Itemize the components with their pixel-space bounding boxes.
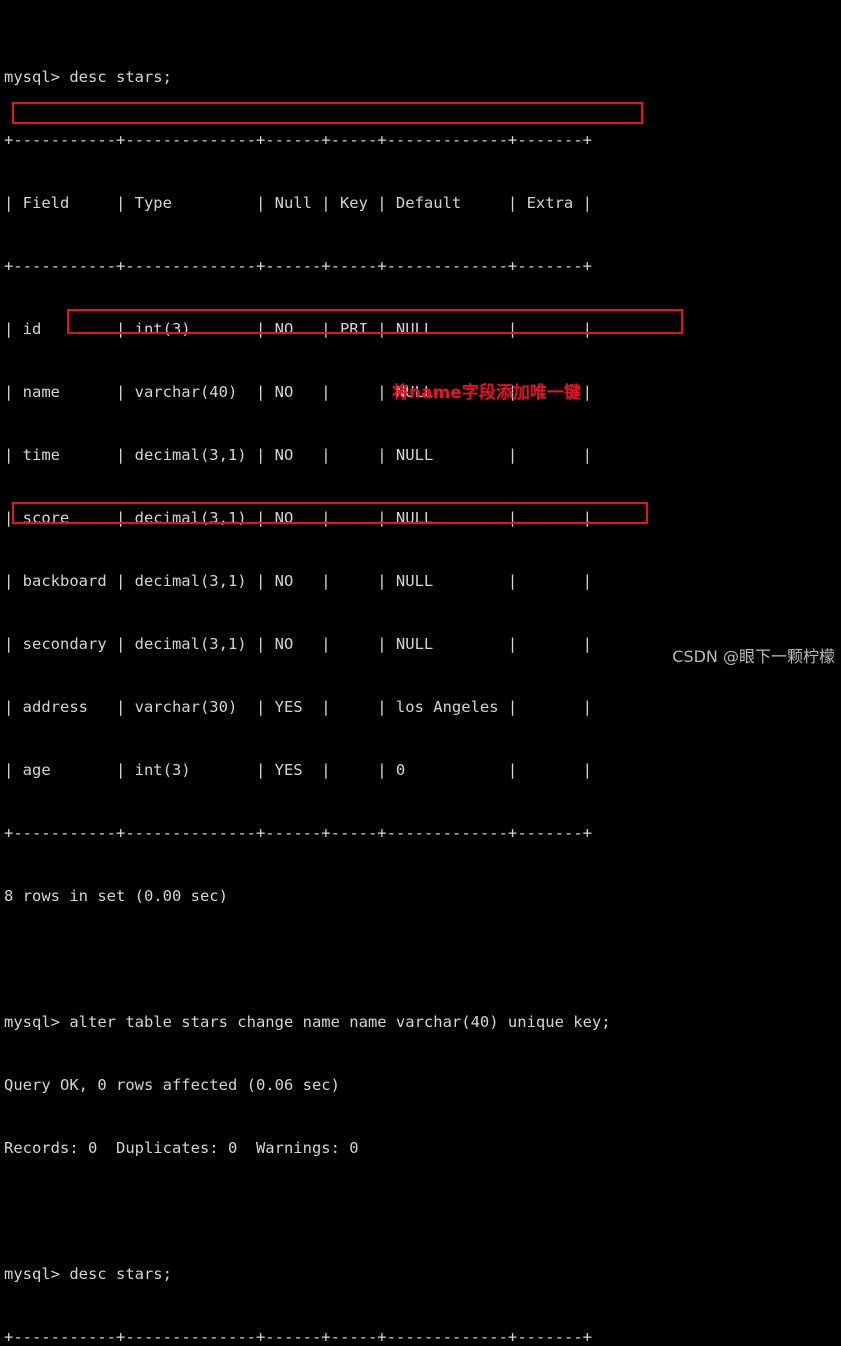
terminal-line: | id | int(3) | NO | PRI | NULL | | — [4, 320, 592, 338]
terminal-line: +-----------+--------------+------+-----… — [4, 1328, 592, 1346]
terminal-line: mysql> desc stars; — [4, 68, 172, 86]
terminal-line: +-----------+--------------+------+-----… — [4, 257, 592, 275]
csdn-watermark: CSDN @眼下一颗柠檬 — [672, 647, 835, 666]
terminal-line: | age | int(3) | YES | | 0 | | — [4, 761, 592, 779]
terminal-line: +-----------+--------------+------+-----… — [4, 131, 592, 149]
terminal-line: mysql> alter table stars change name nam… — [4, 1013, 611, 1031]
terminal-line: | address | varchar(30) | YES | | los An… — [4, 698, 592, 716]
terminal-line: | backboard | decimal(3,1) | NO | | NULL… — [4, 572, 592, 590]
terminal-output[interactable]: mysql> desc stars; +-----------+--------… — [0, 0, 841, 1346]
terminal-line: | Field | Type | Null | Key | Default | … — [4, 194, 592, 212]
terminal-line: | time | decimal(3,1) | NO | | NULL | | — [4, 446, 592, 464]
terminal-line: Query OK, 0 rows affected (0.06 sec) — [4, 1076, 340, 1094]
terminal-line: 8 rows in set (0.00 sec) — [4, 887, 228, 905]
terminal-line: | score | decimal(3,1) | NO | | NULL | | — [4, 509, 592, 527]
terminal-line: +-----------+--------------+------+-----… — [4, 824, 592, 842]
terminal-line: Records: 0 Duplicates: 0 Warnings: 0 — [4, 1139, 359, 1157]
annotation-note: 将name字段添加唯一键 — [392, 383, 581, 403]
terminal-line: mysql> desc stars; — [4, 1265, 172, 1283]
